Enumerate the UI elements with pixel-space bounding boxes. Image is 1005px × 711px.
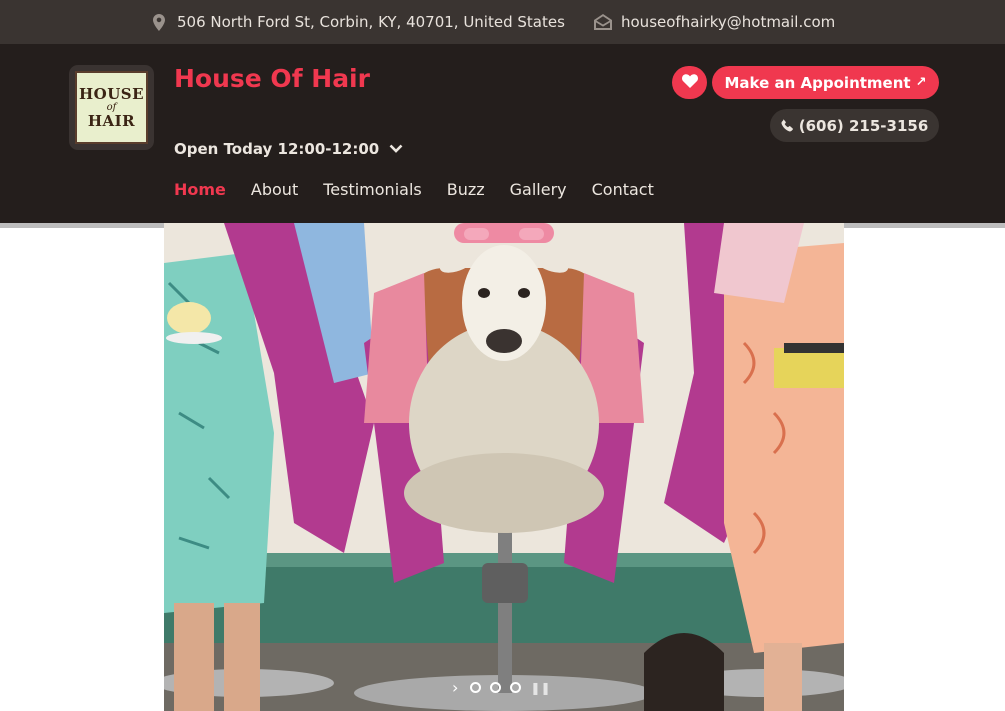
main-nav: Home About Testimonials Buzz Gallery Con… <box>174 180 679 199</box>
site-header: HOUSE of HAIR House Of Hair Open Today 1… <box>0 44 1005 223</box>
logo-line-2: of <box>106 101 117 113</box>
favorite-button[interactable] <box>672 66 707 99</box>
logo-badge: HOUSE of HAIR <box>75 71 148 144</box>
slider-dot-3[interactable] <box>510 682 522 693</box>
top-info-bar: 506 North Ford St, Corbin, KY, 40701, Un… <box>0 0 1005 44</box>
chevron-down-icon[interactable] <box>389 142 403 156</box>
opening-hours[interactable]: Open Today 12:00-12:00 <box>174 140 403 158</box>
email-text: houseofhairky@hotmail.com <box>621 13 836 31</box>
logo-line-3: HAIR <box>87 111 136 130</box>
envelope-icon <box>594 13 612 31</box>
phone-number: (606) 215-3156 <box>798 116 929 135</box>
nav-item-gallery[interactable]: Gallery <box>510 180 567 199</box>
address-item[interactable]: 506 North Ford St, Corbin, KY, 40701, Un… <box>150 0 565 44</box>
pause-icon[interactable]: ❚❚ <box>530 681 550 695</box>
opening-hours-text: Open Today 12:00-12:00 <box>174 140 380 158</box>
logo-line-1: HOUSE <box>78 84 145 103</box>
make-appointment-button[interactable]: Make an Appointment ↗ <box>712 66 939 99</box>
site-logo[interactable]: HOUSE of HAIR <box>69 65 154 150</box>
site-title[interactable]: House Of Hair <box>174 64 370 93</box>
nav-item-contact[interactable]: Contact <box>592 180 654 199</box>
nav-item-about[interactable]: About <box>251 180 298 199</box>
hero-slider-image[interactable] <box>164 223 844 711</box>
chevron-right-icon[interactable]: › <box>452 678 458 697</box>
nav-item-home[interactable]: Home <box>174 180 226 199</box>
heart-icon <box>681 73 698 92</box>
slider-dot-2[interactable] <box>490 682 502 693</box>
external-arrow-icon: ↗ <box>915 75 927 90</box>
slider-controls: › ❚❚ <box>452 678 551 697</box>
slider-dot-1[interactable] <box>470 682 482 693</box>
address-text: 506 North Ford St, Corbin, KY, 40701, Un… <box>177 13 565 31</box>
phone-icon <box>781 119 794 132</box>
nav-item-testimonials[interactable]: Testimonials <box>323 180 422 199</box>
phone-button[interactable]: (606) 215-3156 <box>770 109 939 142</box>
map-pin-icon <box>150 13 168 31</box>
email-item[interactable]: houseofhairky@hotmail.com <box>594 0 835 44</box>
nav-item-buzz[interactable]: Buzz <box>447 180 485 199</box>
appointment-label: Make an Appointment <box>724 73 911 92</box>
